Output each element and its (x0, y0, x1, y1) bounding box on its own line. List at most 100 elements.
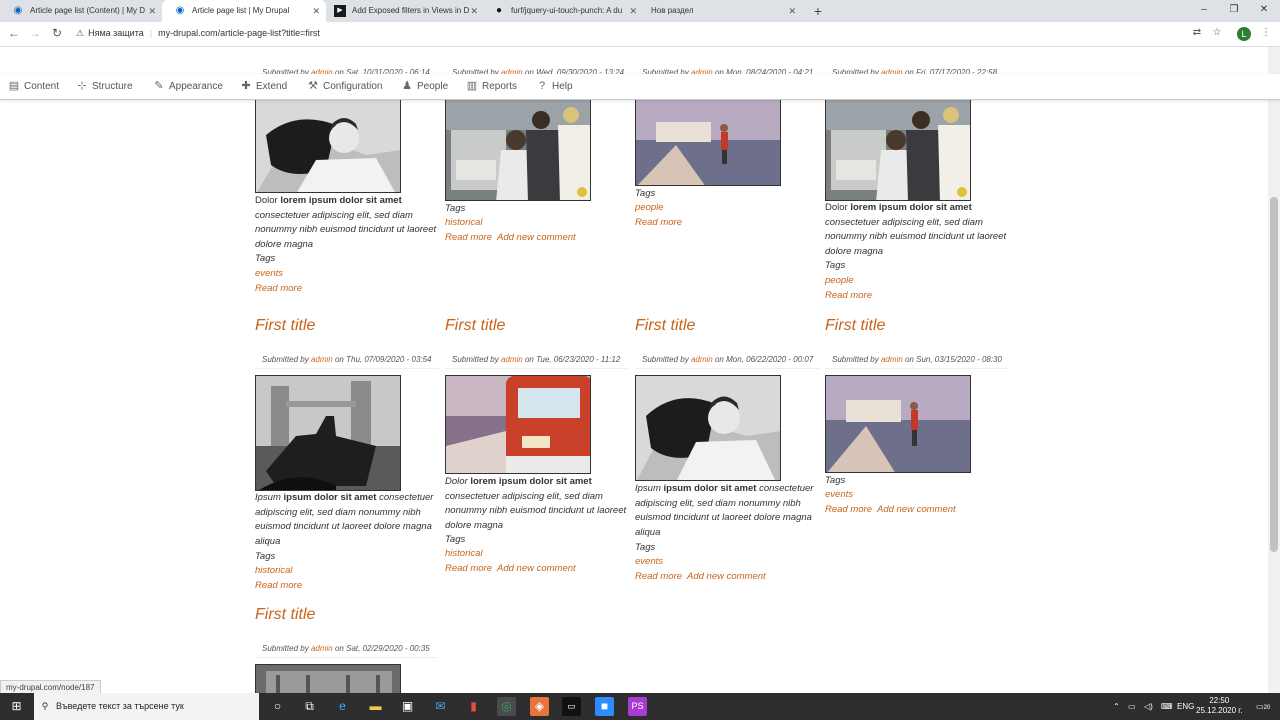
tag-link[interactable]: historical (255, 565, 293, 576)
reload-icon[interactable]: ↻ (48, 24, 66, 42)
minimize-button[interactable]: – (1189, 0, 1219, 22)
windows-start-icon[interactable]: ⊞ (7, 697, 26, 716)
author-link[interactable]: admin (311, 355, 333, 364)
read-more-link[interactable]: Read more (445, 563, 492, 574)
read-more-link[interactable]: Read more (255, 283, 302, 294)
tab-github[interactable]: ● furf/jquery-ui-touch-punch: A du ✕ (481, 0, 643, 22)
page-viewport: Submitted by admin on Sat, 10/31/2020 - … (0, 47, 1268, 693)
people-icon: ♟ (402, 80, 412, 92)
date: 25.12.2020 г. (1196, 706, 1243, 715)
article-title-link[interactable]: First title (445, 317, 505, 335)
read-more-link[interactable]: Read more (825, 504, 872, 515)
taskbar-search-input[interactable]: ⚲ Въведете текст за търсене тук (34, 693, 259, 720)
add-comment-link[interactable]: Add new comment (497, 563, 576, 574)
article-image[interactable] (255, 664, 401, 693)
tab-article-page-list[interactable]: ◉ Article page list | My Drupal ✕ (162, 0, 326, 22)
toolbar-item-structure[interactable]: ⊹ Structure (76, 74, 132, 99)
author-link[interactable]: admin (311, 644, 333, 653)
submitted-date: Mon, 06/22/2020 - 00:07 (726, 355, 814, 364)
toolbar-item-appearance[interactable]: ✎ Appearance (153, 74, 223, 99)
article-image[interactable] (255, 99, 401, 193)
tag-link[interactable]: people (825, 275, 854, 286)
notifications-icon[interactable]: ▭20 (1256, 693, 1270, 720)
article-title-link[interactable]: First title (255, 317, 315, 335)
author-link[interactable]: admin (881, 355, 903, 364)
close-window-button[interactable]: ✕ (1249, 0, 1279, 22)
volume-icon[interactable]: ◁) (1144, 693, 1153, 720)
maximize-button[interactable]: ❐ (1219, 0, 1249, 22)
back-icon[interactable]: ← (5, 24, 23, 42)
keyboard-icon[interactable]: ⌨ (1161, 693, 1173, 720)
read-more-link[interactable]: Read more (255, 580, 302, 591)
tag-link[interactable]: events (255, 268, 283, 279)
toolbar-item-content[interactable]: ▤ Content (8, 74, 59, 99)
tag-link[interactable]: people (635, 202, 664, 213)
zoom-icon[interactable]: ■ (595, 697, 614, 716)
tab-exposed-filters[interactable]: ▶ Add Exposed filters in Views in D ✕ (322, 0, 484, 22)
close-icon[interactable]: ✕ (629, 0, 637, 22)
menu-icon[interactable]: ⋮ (1259, 27, 1273, 38)
close-icon[interactable]: ✕ (312, 0, 320, 22)
article-image[interactable] (445, 375, 591, 474)
notification-count: 20 (1263, 705, 1271, 711)
author-link[interactable]: admin (691, 355, 713, 364)
scrollbar-thumb[interactable] (1270, 197, 1278, 552)
new-tab-button[interactable]: + (811, 0, 825, 22)
tab-article-page-list-content[interactable]: ◉ Article page list (Content) | My D ✕ (0, 0, 162, 22)
article-image[interactable] (445, 99, 591, 201)
profile-avatar[interactable]: L (1237, 27, 1251, 41)
edge-icon[interactable]: e (333, 697, 352, 716)
article-image[interactable] (255, 375, 401, 491)
mail-icon[interactable]: ✉ (431, 697, 450, 716)
tag-link[interactable]: events (825, 489, 853, 500)
network-icon[interactable]: ▭ (1128, 693, 1136, 720)
read-more-link[interactable]: Read more (445, 232, 492, 243)
article-title-link[interactable]: First title (255, 606, 315, 624)
read-more-link[interactable]: Read more (635, 217, 682, 228)
article-title-link[interactable]: First title (825, 317, 885, 335)
close-icon[interactable]: ✕ (788, 0, 796, 22)
tag-link[interactable]: events (635, 556, 663, 567)
toolbar-item-extend[interactable]: ✚ Extend (240, 74, 287, 99)
app-icon[interactable]: ◈ (530, 697, 549, 716)
chrome-icon[interactable]: ◎ (497, 697, 516, 716)
file-explorer-icon[interactable]: ▬ (366, 697, 385, 716)
tab-new-tab[interactable]: Нов раздел ✕ (640, 0, 802, 22)
article-title-link[interactable]: First title (635, 317, 695, 335)
tray-chevron-icon[interactable]: ⌃ (1113, 693, 1120, 720)
store-icon[interactable]: ▣ (398, 697, 417, 716)
page-scrollbar[interactable] (1268, 47, 1280, 693)
tags-label: Tags (445, 203, 466, 214)
phpstorm-icon[interactable]: PS (628, 697, 647, 716)
close-icon[interactable]: ✕ (470, 0, 478, 22)
language-indicator[interactable]: ENG (1177, 693, 1194, 720)
toolbar-item-configuration[interactable]: ⚒ Configuration (307, 74, 382, 99)
translate-icon[interactable]: ⇄ (1190, 27, 1204, 38)
forward-icon[interactable]: → (26, 24, 44, 42)
toolbar-item-help[interactable]: ? Help (536, 74, 573, 99)
toolbar-item-people[interactable]: ♟ People (401, 74, 448, 99)
url-text: my-drupal.com/article-page-list?title=fi… (158, 28, 320, 38)
bookmark-star-icon[interactable]: ☆ (1210, 27, 1224, 38)
read-more-link[interactable]: Read more (635, 571, 682, 582)
tag-link[interactable]: historical (445, 217, 483, 228)
article-image[interactable] (635, 99, 781, 186)
tag-link[interactable]: historical (445, 548, 483, 559)
clock[interactable]: 22:50 25.12.2020 г. (1196, 696, 1242, 716)
read-more-link[interactable]: Read more (825, 290, 872, 301)
article-image[interactable] (825, 99, 971, 201)
add-comment-link[interactable]: Add new comment (877, 504, 956, 515)
add-comment-link[interactable]: Add new comment (687, 571, 766, 582)
article-image[interactable] (635, 375, 781, 481)
url-bar[interactable]: ⚠ Няма защита | my-drupal.com/article-page-… (76, 25, 1176, 42)
task-view-icon[interactable]: ⧉ (300, 697, 319, 716)
cortana-icon[interactable]: ○ (268, 697, 287, 716)
terminal-icon[interactable]: ▭ (562, 697, 581, 716)
article-image[interactable] (825, 375, 971, 473)
add-comment-link[interactable]: Add new comment (497, 232, 576, 243)
close-icon[interactable]: ✕ (148, 0, 156, 22)
toolbar-item-reports[interactable]: ▥ Reports (466, 74, 517, 99)
time: 22:50 (1209, 696, 1230, 705)
author-link[interactable]: admin (501, 355, 523, 364)
office-icon[interactable]: ▮ (464, 697, 483, 716)
